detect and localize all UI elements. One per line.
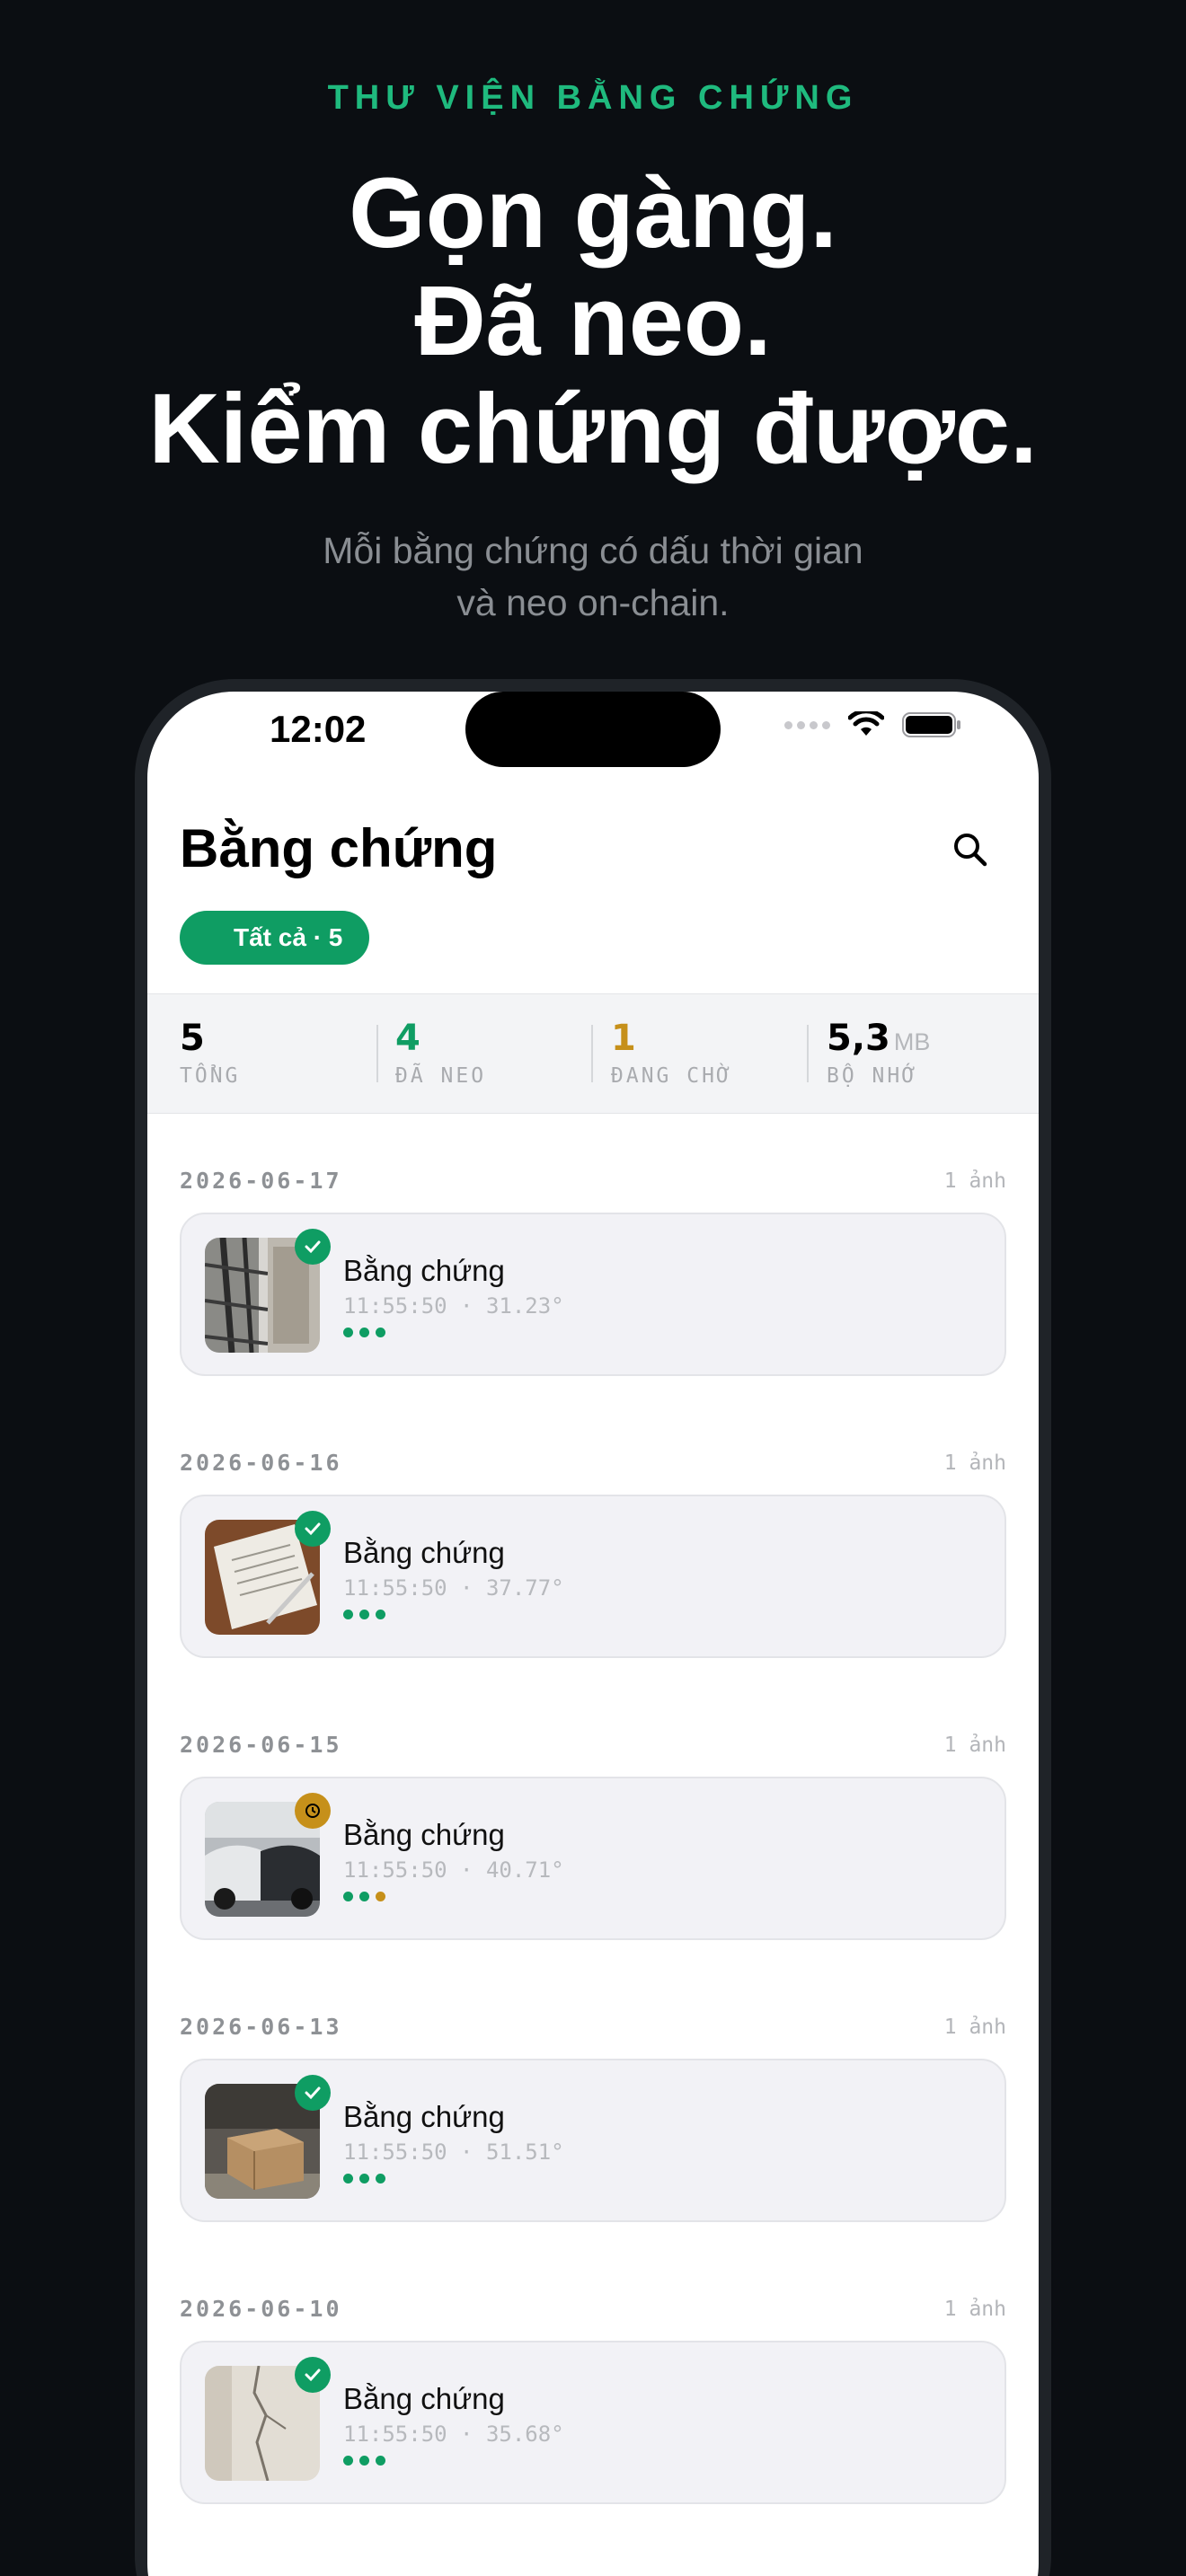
subtitle-line-2: và neo on-chain. [456, 582, 730, 623]
stat-pending: 1 ĐANG CHỜ [611, 1018, 732, 1088]
section-count: 1 ảnh [943, 1733, 1006, 1757]
stat-storage-unit: MB [893, 1028, 931, 1055]
subtitle-line-1: Mỗi bằng chứng có dấu thời gian [323, 530, 863, 571]
stat-divider [807, 1025, 809, 1082]
section-count: 1 ảnh [943, 1169, 1006, 1193]
evidence-meta: 11:55:50 · 37.77° [343, 1575, 564, 1601]
stats-bar: 5 TỔNG 4 ĐÃ NEO 1 ĐANG CHỜ 5,3 MB BỘ NHỚ [147, 993, 1039, 1114]
anchored-check-icon [295, 2357, 331, 2393]
dynamic-island [465, 692, 721, 767]
evidence-title: Bằng chứng [343, 1254, 505, 1287]
status-icons [784, 711, 961, 738]
evidence-card[interactable]: Bằng chứng 11:55:50 · 40.71° [180, 1777, 1006, 1940]
progress-dots [343, 2456, 385, 2466]
stat-total-label: TỔNG [180, 1064, 241, 1088]
progress-dots [343, 1328, 385, 1337]
anchored-check-icon [295, 2075, 331, 2111]
phone-frame: 12:02 Bằng chứng Tất cả · 5 5 TỔNG 4 ĐÃ … [135, 679, 1051, 2576]
page-title: Bằng chứng [180, 818, 498, 878]
section-header: 2026-06-15 1 ảnh [180, 1732, 1006, 1758]
headline-line-1: Gọn gàng. [349, 158, 837, 269]
section-count: 1 ảnh [943, 2297, 1006, 2321]
stat-pending-value: 1 [611, 1018, 636, 1059]
stat-storage: 5,3 MB BỘ NHỚ [827, 1018, 930, 1088]
anchored-check-icon [295, 1511, 331, 1547]
stat-anchored-value: 4 [395, 1018, 420, 1059]
headline: Gọn gàng. Đã neo. Kiểm chứng được. [0, 160, 1186, 483]
headline-line-2: Đã neo. [414, 266, 772, 376]
evidence-card[interactable]: Bằng chứng 11:55:50 · 35.68° [180, 2341, 1006, 2504]
evidence-card[interactable]: Bằng chứng 11:55:50 · 37.77° [180, 1495, 1006, 1658]
evidence-meta: 11:55:50 · 40.71° [343, 1857, 564, 1883]
section-date: 2026-06-17 [180, 1168, 342, 1194]
headline-line-3: Kiểm chứng được. [148, 374, 1038, 484]
subtitle: Mỗi bằng chứng có dấu thời gian và neo o… [0, 525, 1186, 629]
progress-dots [343, 2174, 385, 2183]
evidence-title: Bằng chứng [343, 2100, 505, 2133]
eyebrow-label: THƯ VIỆN BẰNG CHỨNG [327, 79, 859, 117]
stat-anchored: 4 ĐÃ NEO [395, 1018, 486, 1088]
section-header: 2026-06-16 1 ảnh [180, 1450, 1006, 1476]
evidence-title: Bằng chứng [343, 1818, 505, 1851]
section-date: 2026-06-15 [180, 1732, 342, 1758]
section-count: 1 ảnh [943, 2015, 1006, 2039]
anchored-check-icon [295, 1229, 331, 1265]
search-icon[interactable] [949, 828, 992, 871]
stat-divider [591, 1025, 593, 1082]
stat-total-value: 5 [180, 1018, 205, 1059]
stat-storage-value: 5,3 [827, 1018, 890, 1059]
wifi-icon [848, 711, 884, 736]
section-count: 1 ảnh [943, 1451, 1006, 1475]
stat-total: 5 TỔNG [180, 1018, 240, 1088]
stat-pending-label: ĐANG CHỜ [611, 1064, 732, 1088]
evidence-meta: 11:55:50 · 51.51° [343, 2139, 564, 2165]
section-date: 2026-06-13 [180, 2014, 342, 2040]
evidence-title: Bằng chứng [343, 1536, 505, 1569]
signal-icon [784, 720, 830, 729]
pending-clock-icon [295, 1793, 331, 1829]
filter-chip-all[interactable]: Tất cả · 5 [180, 911, 370, 965]
battery-icon [902, 712, 960, 737]
stat-storage-label: BỘ NHỚ [827, 1064, 918, 1088]
evidence-card[interactable]: Bằng chứng 11:55:50 · 31.23° [180, 1213, 1006, 1376]
evidence-meta: 11:55:50 · 31.23° [343, 1293, 564, 1319]
progress-dots [343, 1892, 385, 1901]
stat-anchored-label: ĐÃ NEO [395, 1064, 487, 1088]
section-header: 2026-06-10 1 ảnh [180, 2296, 1006, 2322]
stat-divider [376, 1025, 378, 1082]
evidence-title: Bằng chứng [343, 2382, 505, 2415]
section-date: 2026-06-10 [180, 2296, 342, 2322]
status-time: 12:02 [270, 708, 367, 750]
section-header: 2026-06-13 1 ảnh [180, 2014, 1006, 2040]
section-date: 2026-06-16 [180, 1450, 342, 1476]
evidence-card[interactable]: Bằng chứng 11:55:50 · 51.51° [180, 2059, 1006, 2222]
progress-dots [343, 1610, 385, 1619]
phone-screen: 12:02 Bằng chứng Tất cả · 5 5 TỔNG 4 ĐÃ … [147, 692, 1039, 2576]
evidence-meta: 11:55:50 · 35.68° [343, 2422, 564, 2447]
section-header: 2026-06-17 1 ảnh [180, 1168, 1006, 1194]
